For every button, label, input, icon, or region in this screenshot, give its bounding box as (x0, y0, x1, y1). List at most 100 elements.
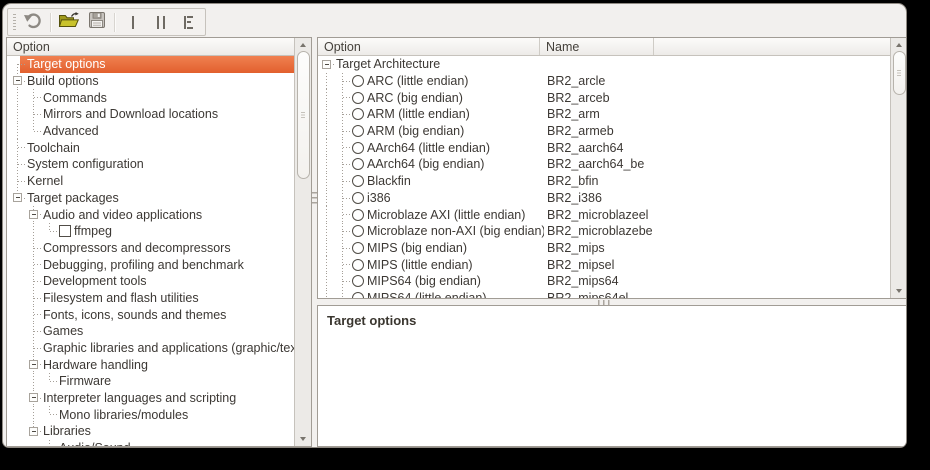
collapse-icon[interactable] (322, 60, 331, 69)
tree-row[interactable]: Microblaze AXI (little endian)BR2_microb… (318, 206, 890, 223)
tree-guide-line (34, 97, 43, 98)
tree-row[interactable]: Target Architecture (318, 56, 890, 73)
toolbar-grip[interactable] (13, 14, 16, 30)
single-view-button[interactable] (119, 10, 146, 34)
tree-row[interactable]: Commands (7, 89, 294, 106)
scroll-down-icon[interactable] (300, 437, 306, 441)
tree-row[interactable]: AArch64 (big endian)BR2_aarch64_be (318, 156, 890, 173)
vertical-splitter[interactable] (312, 192, 317, 206)
architecture-tree-panel: Option Name Target ArchitectureARC (litt… (317, 37, 907, 299)
back-button[interactable] (19, 10, 46, 34)
tree-row[interactable]: Target packages (7, 190, 294, 207)
tree-guide-line (342, 248, 343, 256)
collapse-icon[interactable] (13, 76, 22, 85)
tree-guide-line (342, 281, 343, 289)
tree-row[interactable]: Toolchain (7, 139, 294, 156)
scroll-up-icon[interactable] (300, 43, 306, 47)
radio-icon[interactable] (352, 92, 364, 104)
split-view-icon (157, 16, 165, 29)
tree-row[interactable]: Graphic libraries and applications (grap… (7, 340, 294, 357)
collapse-icon[interactable] (29, 210, 38, 219)
tree-row[interactable]: Build options (7, 73, 294, 90)
tree-row[interactable]: Fonts, icons, sounds and themes (7, 306, 294, 323)
scrollbar-thumb[interactable] (297, 51, 310, 179)
radio-icon[interactable] (352, 75, 364, 87)
radio-icon[interactable] (352, 175, 364, 187)
radio-icon[interactable] (352, 192, 364, 204)
tree-row[interactable]: System configuration (7, 156, 294, 173)
radio-icon[interactable] (352, 275, 364, 287)
tree-item-label: Hardware handling (43, 358, 148, 372)
tree-guide-line (33, 98, 34, 106)
symbol-name: BR2_mips64el (544, 290, 628, 298)
column-header-option[interactable]: Option (318, 38, 540, 55)
radio-icon[interactable] (352, 142, 364, 154)
radio-icon[interactable] (352, 209, 364, 221)
tree-guide-line (50, 414, 59, 415)
tree-row[interactable]: Audio/Sound (7, 440, 294, 446)
scroll-up-icon[interactable] (896, 43, 902, 47)
horizontal-splitter[interactable] (598, 300, 612, 305)
tree-row[interactable]: Audio and video applications (7, 206, 294, 223)
radio-icon[interactable] (352, 125, 364, 137)
tree-guide-line (33, 223, 34, 240)
column-header-name[interactable]: Name (540, 38, 654, 55)
save-button[interactable] (83, 10, 110, 34)
tree-guide-line (33, 406, 34, 423)
tree-row[interactable]: Interpreter languages and scripting (7, 390, 294, 407)
tree-row[interactable]: Mono libraries/modules (7, 406, 294, 423)
tree-row[interactable]: ARC (little endian)BR2_arcle (318, 73, 890, 90)
tree-guide-line (326, 139, 327, 156)
tree-guide-line (342, 181, 343, 189)
tree-guide-line (343, 198, 352, 199)
tree-row[interactable]: BlackfinBR2_bfin (318, 173, 890, 190)
radio-icon[interactable] (352, 242, 364, 254)
tree-row[interactable]: Debugging, profiling and benchmark (7, 256, 294, 273)
tree-row[interactable]: Games (7, 323, 294, 340)
tree-row[interactable]: Libraries (7, 423, 294, 440)
tree-row[interactable]: ARC (big endian)BR2_arceb (318, 89, 890, 106)
tree-item-label: MIPS (little endian) (367, 258, 473, 272)
radio-icon[interactable] (352, 259, 364, 271)
tree-row[interactable]: ARM (big endian)BR2_armeb (318, 123, 890, 140)
checkbox-icon[interactable] (59, 225, 71, 237)
tree-item-label: Audio/Sound (59, 441, 131, 446)
tree-row[interactable]: MIPS (big endian)BR2_mips (318, 240, 890, 257)
tree-row[interactable]: Microblaze non-AXI (big endian)BR2_micro… (318, 223, 890, 240)
radio-icon[interactable] (352, 225, 364, 237)
collapse-icon[interactable] (13, 193, 22, 202)
full-view-button[interactable] (175, 10, 202, 34)
tree-row[interactable]: Compressors and decompressors (7, 240, 294, 257)
collapse-icon[interactable] (29, 360, 38, 369)
tree-row[interactable]: Mirrors and Download locations (7, 106, 294, 123)
tree-row[interactable]: MIPS (little endian)BR2_mipsel (318, 256, 890, 273)
tree-row[interactable]: i386BR2_i386 (318, 190, 890, 207)
load-button[interactable] (55, 10, 82, 34)
tree-row[interactable]: Advanced (7, 123, 294, 140)
column-header-option[interactable]: Option (7, 38, 294, 55)
tree-row[interactable]: Firmware (7, 373, 294, 390)
tree-row[interactable]: MIPS64 (little endian)BR2_mips64el (318, 290, 890, 298)
tree-row[interactable]: AArch64 (little endian)BR2_aarch64 (318, 139, 890, 156)
radio-icon[interactable] (352, 108, 364, 120)
tree-row[interactable]: Hardware handling (7, 356, 294, 373)
right-panel-scrollbar[interactable] (890, 38, 907, 298)
tree-guide-line (33, 348, 34, 356)
tree-row[interactable]: Target options (7, 56, 294, 73)
left-panel-scrollbar[interactable] (294, 38, 311, 446)
tree-row[interactable]: ARM (little endian)BR2_arm (318, 106, 890, 123)
tree-guide-line (343, 97, 352, 98)
tree-row[interactable]: ffmpeg (7, 223, 294, 240)
collapse-icon[interactable] (29, 393, 38, 402)
scrollbar-thumb[interactable] (893, 51, 906, 95)
radio-icon[interactable] (352, 292, 364, 298)
tree-row[interactable]: Filesystem and flash utilities (7, 290, 294, 307)
radio-icon[interactable] (352, 158, 364, 170)
collapse-icon[interactable] (29, 427, 38, 436)
scroll-down-icon[interactable] (896, 289, 902, 293)
tree-row[interactable]: Kernel (7, 173, 294, 190)
split-view-button[interactable] (147, 10, 174, 34)
tree-row[interactable]: Development tools (7, 273, 294, 290)
tree-row[interactable]: MIPS64 (big endian)BR2_mips64 (318, 273, 890, 290)
tree-item-label: Target options (27, 57, 106, 71)
